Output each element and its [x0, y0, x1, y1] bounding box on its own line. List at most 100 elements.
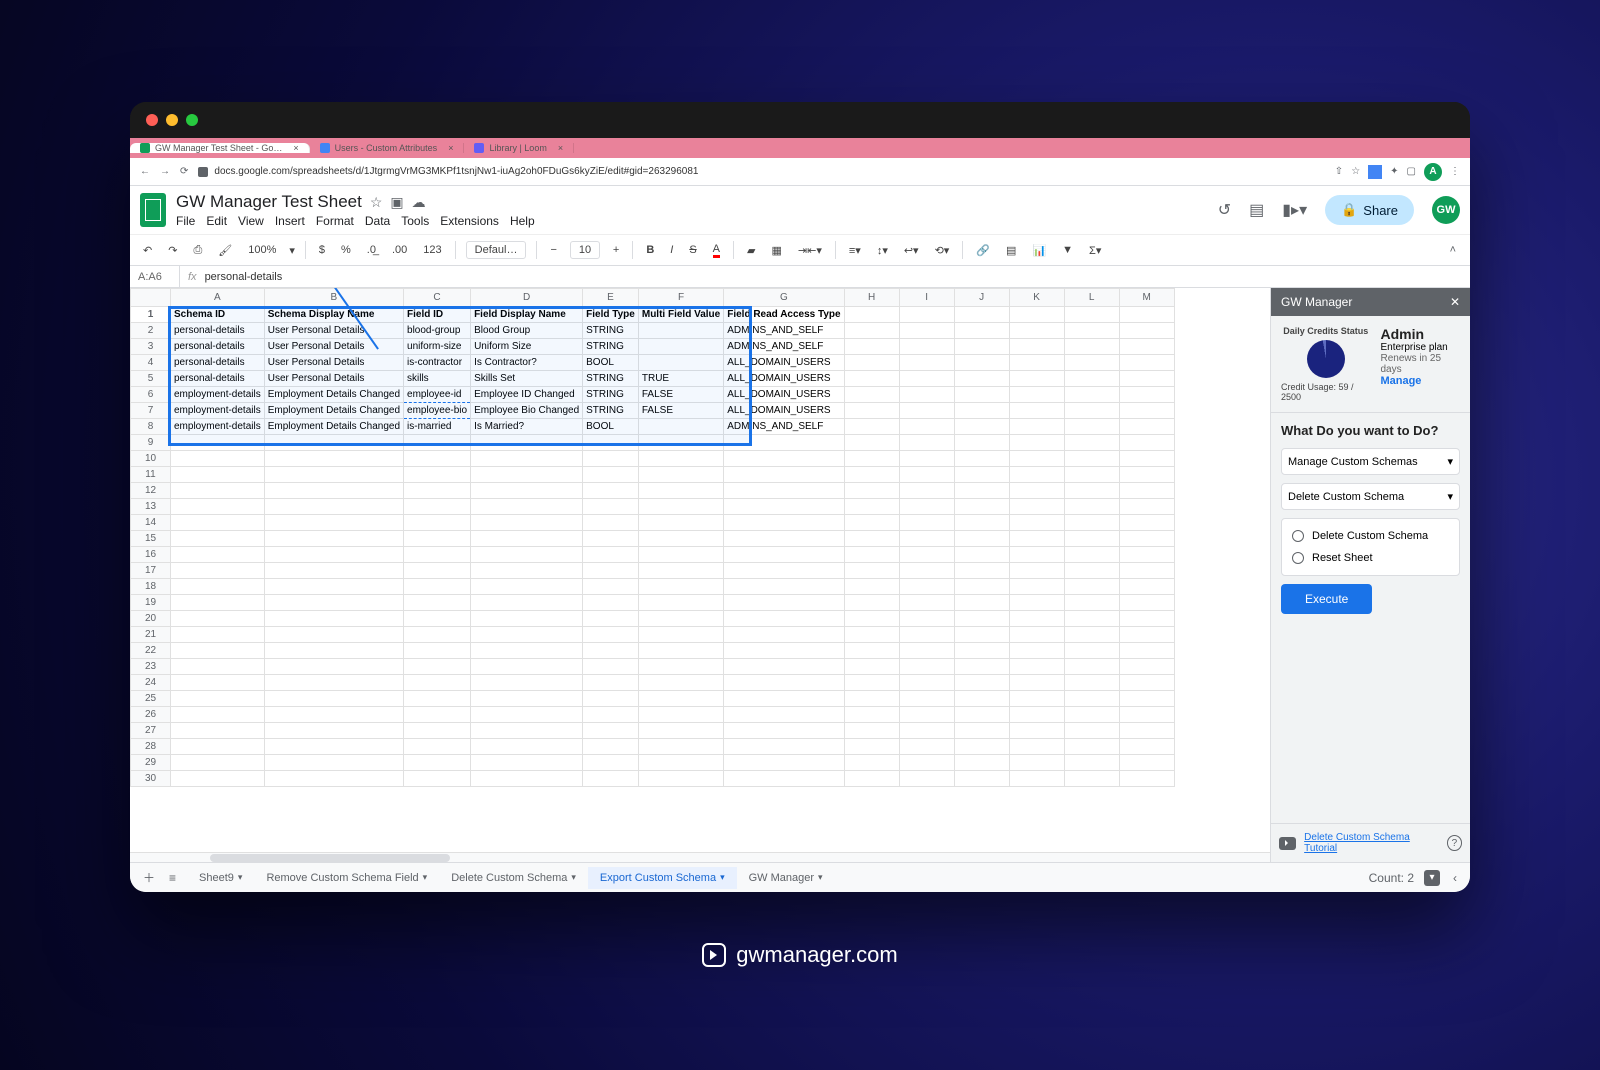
extensions-icon[interactable]: ✦ — [1390, 166, 1398, 177]
cell[interactable]: Employment Details Changed — [264, 387, 403, 403]
menu-help[interactable]: Help — [510, 214, 535, 228]
cell[interactable] — [583, 707, 639, 723]
cell[interactable] — [1064, 675, 1119, 691]
cell[interactable] — [954, 771, 1009, 787]
cell[interactable]: Schema Display Name — [264, 307, 403, 323]
cell[interactable]: STRING — [583, 339, 639, 355]
cell[interactable] — [954, 739, 1009, 755]
cell[interactable] — [1064, 723, 1119, 739]
cell[interactable]: User Personal Details — [264, 339, 403, 355]
cell[interactable] — [1119, 371, 1174, 387]
cell[interactable] — [404, 499, 471, 515]
share-url-icon[interactable]: ⇧ — [1335, 166, 1343, 177]
strike-icon[interactable]: S — [686, 241, 699, 259]
cell[interactable] — [264, 691, 403, 707]
cell[interactable] — [264, 659, 403, 675]
cell[interactable]: ADMINS_AND_SELF — [724, 419, 844, 435]
cell[interactable] — [1119, 691, 1174, 707]
text-color-icon[interactable]: A — [710, 240, 723, 261]
share-button[interactable]: 🔒 Share — [1325, 195, 1414, 225]
cell[interactable] — [1009, 755, 1064, 771]
cell[interactable] — [583, 483, 639, 499]
cell[interactable] — [954, 611, 1009, 627]
cell[interactable] — [1009, 355, 1064, 371]
cell[interactable] — [1119, 547, 1174, 563]
cell[interactable] — [264, 531, 403, 547]
cloud-icon[interactable]: ☁ — [412, 194, 426, 211]
cell[interactable]: is-contractor — [404, 355, 471, 371]
cell[interactable] — [471, 483, 583, 499]
cell[interactable] — [1064, 547, 1119, 563]
cell[interactable] — [1064, 531, 1119, 547]
cell[interactable] — [1009, 467, 1064, 483]
dec-decrease-icon[interactable]: .0̲ — [364, 241, 379, 259]
youtube-icon[interactable] — [1279, 837, 1296, 850]
cell[interactable]: Field Read Access Type — [724, 307, 844, 323]
close-sidebar-icon[interactable]: ✕ — [1450, 295, 1460, 309]
cell[interactable] — [404, 691, 471, 707]
rotate-icon[interactable]: ⟲▾ — [932, 241, 953, 260]
cell[interactable] — [583, 627, 639, 643]
cell[interactable] — [471, 467, 583, 483]
cell[interactable] — [1119, 467, 1174, 483]
cell[interactable] — [1119, 483, 1174, 499]
cell[interactable] — [471, 499, 583, 515]
cell[interactable] — [264, 467, 403, 483]
cell[interactable] — [1009, 435, 1064, 451]
cell[interactable] — [844, 435, 899, 451]
cell[interactable]: BOOL — [583, 419, 639, 435]
cell[interactable] — [844, 563, 899, 579]
cell[interactable] — [1009, 771, 1064, 787]
cell[interactable] — [638, 643, 723, 659]
cell[interactable] — [1119, 579, 1174, 595]
cell[interactable] — [899, 595, 954, 611]
cell[interactable] — [1119, 675, 1174, 691]
cell[interactable] — [954, 467, 1009, 483]
cell[interactable] — [1064, 627, 1119, 643]
cell[interactable] — [844, 387, 899, 403]
cell[interactable] — [171, 595, 265, 611]
italic-icon[interactable]: I — [667, 241, 676, 259]
cell[interactable] — [1064, 307, 1119, 323]
cell[interactable] — [404, 627, 471, 643]
cell[interactable] — [954, 531, 1009, 547]
cell[interactable]: Employee Bio Changed — [471, 403, 583, 419]
cell[interactable] — [404, 515, 471, 531]
cell[interactable] — [404, 483, 471, 499]
cell[interactable] — [583, 643, 639, 659]
cell[interactable] — [171, 739, 265, 755]
cell[interactable] — [844, 723, 899, 739]
cell[interactable] — [1119, 707, 1174, 723]
menu-icon[interactable]: ⋮ — [1450, 166, 1460, 177]
cell[interactable] — [1064, 771, 1119, 787]
cell[interactable] — [471, 771, 583, 787]
cell[interactable] — [844, 755, 899, 771]
cell[interactable] — [404, 531, 471, 547]
cell[interactable] — [404, 739, 471, 755]
cell[interactable] — [899, 419, 954, 435]
radio-reset-sheet[interactable]: Reset Sheet — [1282, 547, 1459, 569]
font-inc-icon[interactable]: + — [610, 241, 622, 259]
cell[interactable] — [1009, 419, 1064, 435]
help-icon[interactable]: ? — [1447, 835, 1462, 851]
cell[interactable] — [1119, 723, 1174, 739]
cell[interactable] — [954, 755, 1009, 771]
collapse-toolbar-icon[interactable]: ˄ — [1446, 240, 1460, 260]
sheet-area[interactable]: ABCDEFGHIJKLM1Schema IDSchema Display Na… — [130, 288, 1270, 862]
cell[interactable] — [264, 723, 403, 739]
cell[interactable] — [583, 515, 639, 531]
cell[interactable]: ALL_DOMAIN_USERS — [724, 387, 844, 403]
cell[interactable] — [638, 355, 723, 371]
cell[interactable] — [954, 723, 1009, 739]
execute-button[interactable]: Execute — [1281, 584, 1372, 614]
cell[interactable] — [638, 579, 723, 595]
cell[interactable] — [583, 723, 639, 739]
cell[interactable] — [1009, 611, 1064, 627]
cell[interactable] — [404, 771, 471, 787]
cell[interactable] — [1119, 627, 1174, 643]
cell[interactable] — [471, 659, 583, 675]
dec-increase-icon[interactable]: .00 — [389, 241, 410, 259]
cell[interactable] — [1064, 563, 1119, 579]
cell[interactable] — [264, 515, 403, 531]
cell[interactable] — [471, 515, 583, 531]
